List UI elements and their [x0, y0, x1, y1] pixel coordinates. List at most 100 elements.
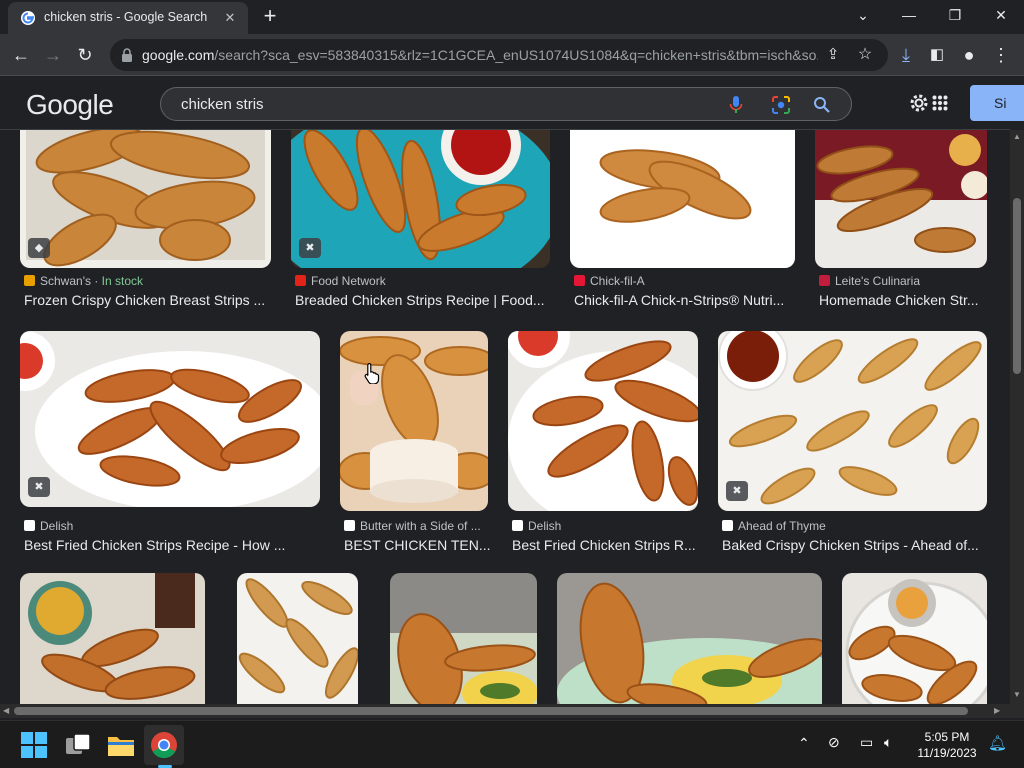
google-header: Google Si — [0, 77, 1024, 130]
tab-search-icon[interactable]: ⌄ — [840, 0, 886, 32]
close-window-button[interactable]: ✕ — [978, 0, 1024, 32]
clock-time: 5:05 PM — [924, 730, 970, 744]
system-clock[interactable]: 5:05 PM 11/19/2023 — [912, 729, 982, 761]
minimize-button[interactable]: — — [886, 0, 932, 32]
file-explorer-icon[interactable] — [105, 729, 137, 761]
tab-close-icon[interactable]: ✕ — [220, 8, 240, 28]
result-thumbnail[interactable] — [508, 331, 698, 511]
image-result-card[interactable] — [20, 573, 205, 704]
display-icon[interactable]: ▭ — [860, 734, 873, 751]
bookmark-star-icon[interactable]: ☆ — [852, 42, 878, 68]
reload-icon[interactable]: ↻ — [72, 42, 98, 68]
chicken-strips-image — [390, 573, 537, 704]
share-icon[interactable]: ⇪ — [820, 42, 846, 68]
search-box[interactable] — [160, 87, 852, 121]
image-result-card[interactable]: Leite's Culinaria Homemade Chicken Str..… — [815, 130, 987, 310]
scroll-right-icon[interactable]: ▶ — [994, 706, 1000, 715]
image-result-card[interactable] — [237, 573, 358, 704]
recipe-fork-icon: ✖ — [28, 477, 50, 497]
chevron-up-icon[interactable]: ⌃ — [798, 735, 810, 752]
chrome-icon[interactable] — [148, 729, 180, 761]
side-panel-icon[interactable]: ◧ — [924, 42, 950, 68]
chicken-strips-image — [20, 130, 271, 268]
image-result-card[interactable]: ◆ Schwan's · In stock Frozen Crispy Chic… — [20, 130, 271, 310]
task-view-icon[interactable] — [62, 729, 94, 761]
settings-gear-icon[interactable] — [908, 92, 930, 114]
horizontal-scrollbar[interactable]: ◀ ▶ — [0, 704, 1010, 718]
browser-tab[interactable]: chicken stris - Google Search ✕ — [8, 2, 248, 34]
notification-bell-icon[interactable]: 🔔︎ — [988, 734, 1007, 752]
windows-start-icon[interactable] — [18, 729, 50, 761]
scrollbar-thumb[interactable] — [1013, 198, 1021, 374]
result-thumbnail[interactable] — [237, 573, 358, 704]
network-off-icon[interactable]: ⊘ — [828, 734, 840, 751]
in-stock-label: In stock — [101, 274, 144, 288]
search-input[interactable] — [181, 94, 721, 114]
result-thumbnail[interactable]: ✖ — [291, 130, 550, 268]
vertical-scrollbar[interactable]: ▲ ▼ — [1010, 130, 1024, 704]
profile-icon[interactable]: ● — [956, 42, 982, 68]
result-source: Food Network — [295, 274, 550, 288]
result-thumbnail[interactable] — [340, 331, 488, 511]
result-title[interactable]: Homemade Chicken Str... — [819, 292, 987, 308]
result-thumbnail[interactable] — [815, 130, 987, 268]
result-thumbnail[interactable]: ✖ — [718, 331, 987, 511]
result-thumbnail[interactable] — [557, 573, 822, 704]
tab-strip: chicken stris - Google Search ✕ + ⌄ — ❐ … — [0, 0, 1024, 34]
image-result-card[interactable] — [557, 573, 822, 704]
result-title[interactable]: BEST CHICKEN TEN... — [344, 537, 490, 553]
scroll-up-icon[interactable]: ▲ — [1013, 132, 1021, 141]
result-title[interactable]: Breaded Chicken Strips Recipe | Food... — [295, 292, 550, 308]
result-thumbnail[interactable]: ✖ — [20, 331, 320, 507]
image-results-grid: ◆ Schwan's · In stock Frozen Crispy Chic… — [0, 130, 1010, 704]
result-title[interactable]: Frozen Crispy Chicken Breast Strips ... — [24, 292, 269, 308]
result-title[interactable]: Baked Crispy Chicken Strips - Ahead of..… — [722, 537, 987, 553]
chick-fil-a-favicon-icon — [574, 275, 585, 286]
windows-taskbar: ⌃ ⊘ ▭ 🔈︎ 5:05 PM 11/19/2023 🔔︎ — [0, 720, 1024, 768]
image-result-card[interactable]: Butter with a Side of ... BEST CHICKEN T… — [340, 331, 490, 553]
result-thumbnail[interactable] — [20, 573, 205, 704]
result-source: Leite's Culinaria — [819, 274, 987, 288]
scroll-left-icon[interactable]: ◀ — [3, 706, 9, 715]
image-result-card[interactable] — [842, 573, 987, 704]
chicken-strips-image — [20, 573, 205, 704]
download-icon[interactable]: ⤓ — [893, 42, 919, 68]
chicken-strips-image — [718, 331, 987, 511]
image-result-card[interactable]: ✖ Ahead of Thyme Baked Crispy Chicken St… — [718, 331, 987, 553]
image-result-card[interactable]: Chick-fil-A Chick-fil-A Chick-n-Strips® … — [570, 130, 795, 310]
result-thumbnail[interactable] — [842, 573, 987, 704]
delish-favicon-icon — [24, 520, 35, 531]
leites-culinaria-favicon-icon — [819, 275, 830, 286]
lock-icon — [122, 48, 132, 62]
image-result-card[interactable]: Delish Best Fried Chicken Strips R... — [508, 331, 698, 553]
back-icon[interactable]: ← — [8, 42, 34, 68]
search-icon[interactable] — [813, 96, 831, 114]
scrollbar-thumb[interactable] — [14, 707, 968, 715]
result-thumbnail[interactable] — [390, 573, 537, 704]
scroll-down-icon[interactable]: ▼ — [1013, 690, 1021, 699]
result-thumbnail[interactable] — [570, 130, 795, 268]
volume-icon[interactable]: 🔈︎ — [884, 734, 892, 751]
recipe-fork-icon: ✖ — [299, 238, 321, 258]
result-title[interactable]: Best Fried Chicken Strips Recipe - How .… — [24, 537, 320, 553]
result-title[interactable]: Best Fried Chicken Strips R... — [512, 537, 698, 553]
apps-grid-icon[interactable] — [932, 95, 948, 111]
forward-icon[interactable]: → — [40, 42, 66, 68]
food-network-favicon-icon — [295, 275, 306, 286]
menu-icon[interactable]: ⋮ — [988, 42, 1014, 68]
result-source: Delish — [512, 519, 698, 533]
result-title[interactable]: Chick-fil-A Chick-n-Strips® Nutri... — [574, 292, 795, 308]
result-thumbnail[interactable]: ◆ — [20, 130, 271, 268]
image-result-card[interactable] — [390, 573, 537, 704]
address-bar[interactable]: google.com/search?sca_esv=583840315&rlz=… — [110, 39, 888, 71]
image-result-card[interactable]: ✖ Delish Best Fried Chicken Strips Recip… — [20, 331, 320, 553]
chicken-strips-image — [842, 573, 987, 704]
new-tab-button[interactable]: + — [258, 5, 282, 29]
image-result-card[interactable]: ✖ Food Network Breaded Chicken Strips Re… — [291, 130, 550, 310]
microphone-icon[interactable] — [729, 95, 743, 115]
chicken-strips-image — [815, 130, 987, 268]
google-logo[interactable]: Google — [26, 89, 114, 121]
sign-in-button[interactable]: Si — [970, 85, 1024, 121]
restore-button[interactable]: ❐ — [932, 0, 978, 32]
lens-camera-icon[interactable] — [771, 95, 791, 115]
